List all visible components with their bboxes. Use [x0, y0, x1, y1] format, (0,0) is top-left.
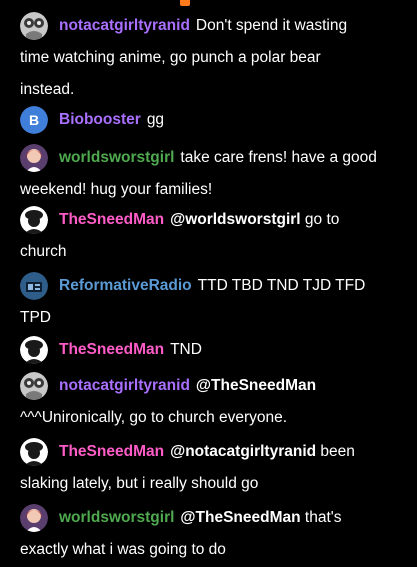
chat-message: worldsworstgirl @TheSneedMan that's exact…	[20, 502, 400, 566]
username[interactable]: Biobooster	[59, 111, 141, 128]
username[interactable]: ReformativeRadio	[59, 277, 192, 294]
chat-message: B Biobooster gg	[20, 104, 400, 136]
girl-avatar-icon[interactable]	[20, 504, 48, 532]
message-text: TTD TBD TND TJD TFD	[197, 277, 366, 294]
username[interactable]: notacatgirltyranid	[59, 17, 190, 34]
avatar-letter: B	[28, 112, 40, 128]
chat-message: TheSneedMan @worldsworstgirl go to church	[20, 204, 400, 268]
radio-avatar-icon[interactable]	[20, 272, 48, 300]
message-text: weekend! hug your families!	[20, 181, 213, 198]
username[interactable]: worldsworstgirl	[59, 149, 174, 166]
message-text: ^^^Unironically, go to church everyone.	[20, 409, 288, 426]
message-text: instead.	[20, 81, 75, 98]
girl-avatar-icon[interactable]	[20, 144, 48, 172]
mention[interactable]: @worldsworstgirl	[170, 211, 301, 228]
chat-message: notacatgirltyranid @TheSneedMan ^^^Uniron…	[20, 370, 400, 434]
man-avatar-icon[interactable]	[20, 206, 48, 234]
top-accent-marker	[180, 0, 190, 6]
letter-b-avatar-icon[interactable]: B	[20, 106, 48, 134]
message-text: slaking lately, but i really should go	[20, 475, 259, 492]
man-avatar-icon[interactable]	[20, 336, 48, 364]
message-text: church	[20, 243, 67, 260]
chat-message: TheSneedMan TND	[20, 334, 400, 366]
username[interactable]: TheSneedMan	[59, 211, 164, 228]
mention[interactable]: @notacatgirltyranid	[170, 443, 316, 460]
chat-message: worldsworstgirl take care frens! have a g…	[20, 142, 400, 206]
chat-message: ReformativeRadio TTD TBD TND TJD TFD TPD	[20, 270, 400, 334]
chat-message: TheSneedMan @notacatgirltyranid been slak…	[20, 436, 400, 500]
username[interactable]: TheSneedMan	[59, 341, 164, 358]
raccoon-avatar-icon[interactable]	[20, 12, 48, 40]
mention[interactable]: @TheSneedMan	[180, 509, 300, 526]
message-text: that's	[304, 509, 342, 526]
username[interactable]: notacatgirltyranid	[59, 377, 190, 394]
chat-message: notacatgirltyranid Don't spend it wasting…	[20, 10, 400, 106]
man-avatar-icon[interactable]	[20, 438, 48, 466]
message-text: time watching anime, go punch a polar be…	[20, 49, 321, 66]
raccoon-avatar-icon[interactable]	[20, 372, 48, 400]
message-text: take care frens! have a good	[180, 149, 377, 166]
message-text: TPD	[20, 309, 51, 326]
username[interactable]: worldsworstgirl	[59, 509, 174, 526]
message-text: been	[320, 443, 355, 460]
message-text: TND	[170, 341, 202, 358]
message-text: gg	[146, 111, 165, 128]
username[interactable]: TheSneedMan	[59, 443, 164, 460]
mention[interactable]: @TheSneedMan	[196, 377, 316, 394]
message-text: go to	[304, 211, 340, 228]
message-text: Don't spend it wasting	[195, 17, 348, 34]
message-text: exactly what i was going to do	[20, 541, 226, 558]
